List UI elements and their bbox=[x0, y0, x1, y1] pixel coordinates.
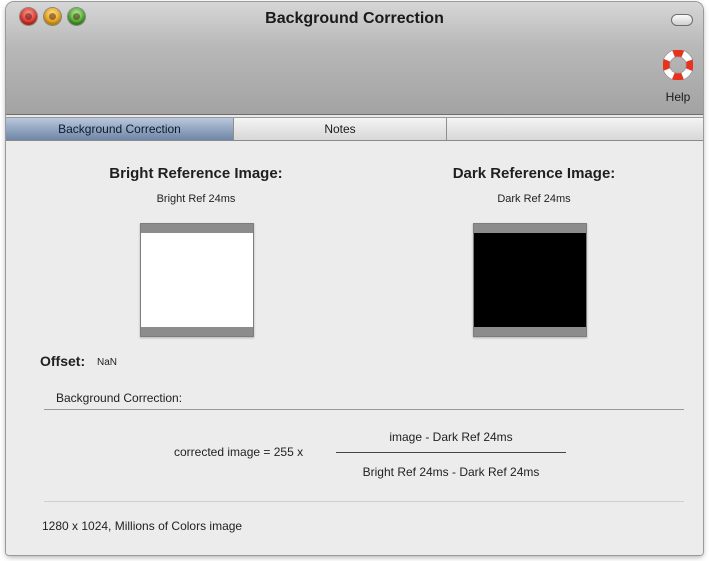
lifebuoy-icon bbox=[663, 50, 693, 80]
help-label: Help bbox=[665, 90, 691, 104]
formula-denominator: Bright Ref 24ms - Dark Ref 24ms bbox=[362, 465, 540, 479]
bright-image-content bbox=[141, 233, 253, 327]
image-frame-top bbox=[141, 224, 253, 233]
formula-lhs: corrected image = 255 x bbox=[174, 445, 304, 459]
tab-notes[interactable]: Notes bbox=[234, 118, 447, 140]
dark-reference-name: Dark Ref 24ms bbox=[497, 193, 571, 205]
image-info-status: 1280 x 1024, Millions of Colors image bbox=[42, 519, 243, 533]
tab-empty bbox=[447, 118, 703, 140]
window: Background Correction Help Background Co… bbox=[6, 2, 703, 555]
content-panel: Bright Reference Image: Bright Ref 24ms … bbox=[6, 141, 703, 555]
section-divider bbox=[44, 409, 684, 410]
image-frame-bottom bbox=[141, 327, 253, 336]
status-divider bbox=[44, 501, 684, 502]
tab-bar: Background Correction Notes bbox=[6, 117, 703, 141]
dark-reference-image[interactable] bbox=[473, 223, 587, 337]
formula-fraction-bar bbox=[336, 452, 566, 453]
help-button[interactable]: Help bbox=[656, 50, 700, 110]
bright-reference-name: Bright Ref 24ms bbox=[156, 193, 236, 205]
dark-image-content bbox=[474, 233, 586, 327]
bright-reference-heading: Bright Reference Image: bbox=[109, 165, 283, 182]
toolbar-toggle-button[interactable] bbox=[671, 14, 693, 26]
window-title: Background Correction bbox=[265, 10, 444, 27]
image-frame-top bbox=[474, 224, 586, 233]
background-correction-section-label: Background Correction: bbox=[56, 391, 183, 405]
image-frame-bottom bbox=[474, 327, 586, 336]
formula-numerator: image - Dark Ref 24ms bbox=[389, 430, 513, 444]
offset-value: NaN bbox=[97, 357, 118, 368]
offset-label: Offset: bbox=[40, 353, 86, 369]
tab-background-correction[interactable]: Background Correction bbox=[6, 118, 234, 140]
title-bar: Background Correction Help bbox=[6, 2, 703, 115]
bright-reference-image[interactable] bbox=[140, 223, 254, 337]
dark-reference-heading: Dark Reference Image: bbox=[452, 165, 616, 182]
